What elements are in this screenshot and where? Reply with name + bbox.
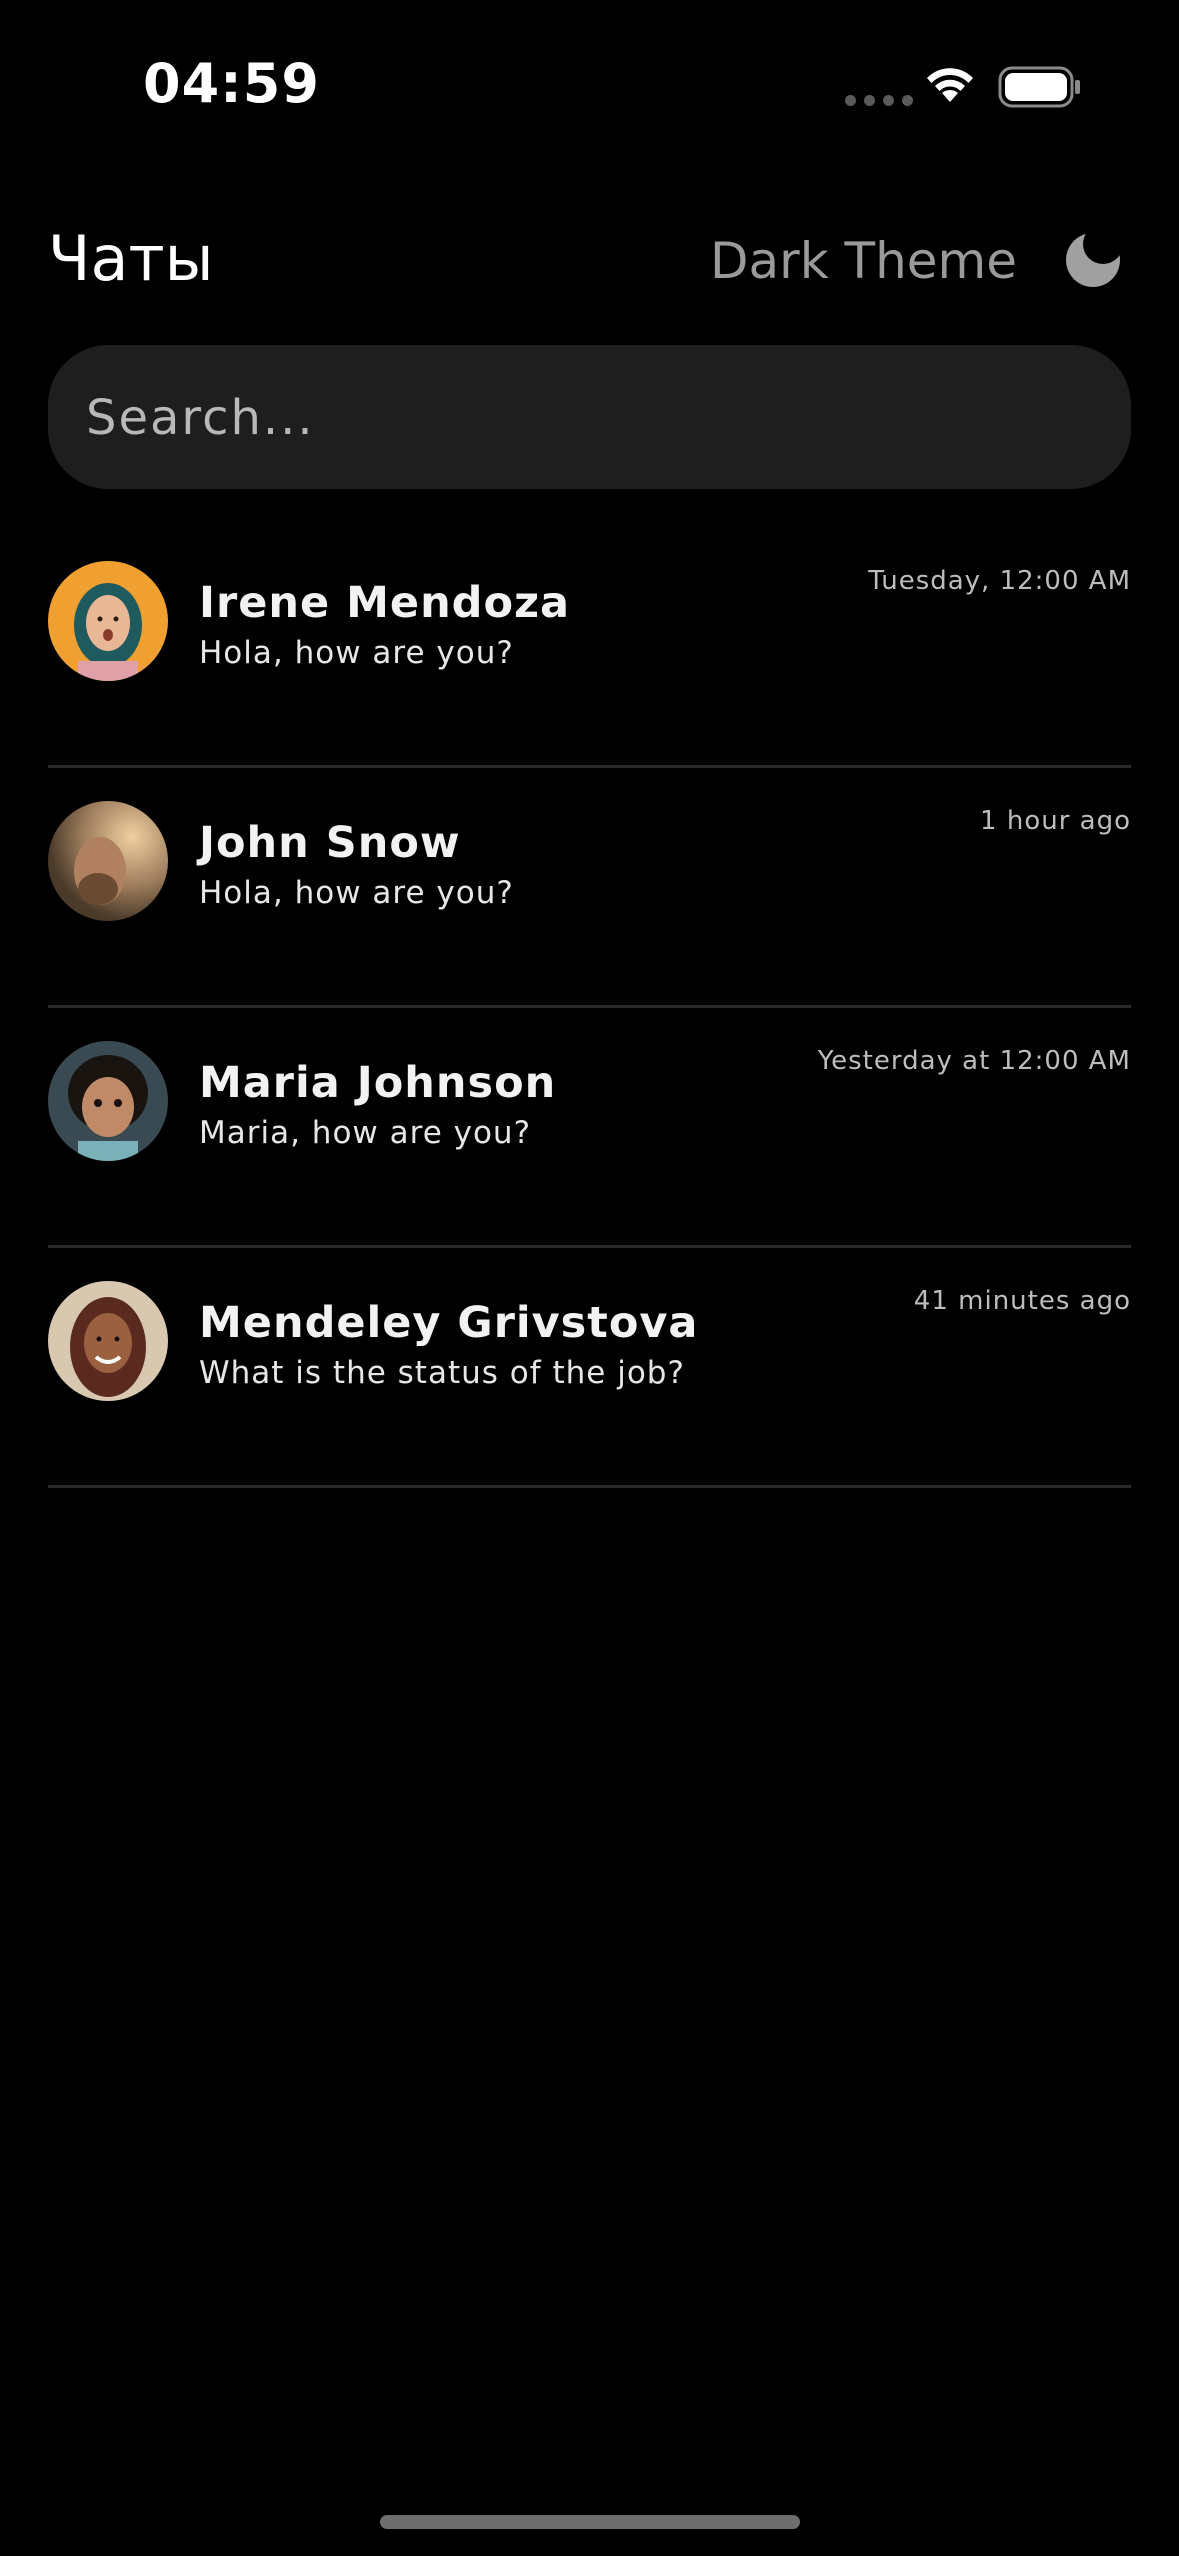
chat-list-item[interactable]: Irene Mendoza Hola, how are you? Tuesday… bbox=[48, 530, 1131, 768]
chat-preview: What is the status of the job? bbox=[199, 1355, 685, 1391]
chat-preview: Hola, how are you? bbox=[199, 875, 514, 911]
battery-icon bbox=[998, 66, 1080, 108]
wifi-icon bbox=[927, 68, 973, 102]
moon-icon[interactable] bbox=[1063, 230, 1123, 290]
chat-preview: Maria, how are you? bbox=[199, 1115, 532, 1151]
chat-timestamp: 1 hour ago bbox=[980, 806, 1131, 836]
status-bar-time: 04:59 bbox=[143, 52, 320, 115]
chat-list-item[interactable]: John Snow Hola, how are you? 1 hour ago bbox=[48, 770, 1131, 1008]
avatar bbox=[48, 561, 168, 681]
chat-name: John Snow bbox=[199, 818, 461, 868]
chat-timestamp: Tuesday, 12:00 AM bbox=[868, 566, 1131, 596]
chat-name: Irene Mendoza bbox=[199, 578, 571, 628]
search-bar bbox=[48, 345, 1131, 491]
chat-name: Mendeley Grivstova bbox=[199, 1298, 699, 1348]
chat-timestamp: Yesterday at 12:00 AM bbox=[817, 1046, 1131, 1076]
page-title: Чаты bbox=[48, 222, 214, 295]
avatar bbox=[48, 801, 168, 921]
cellular-signal-icon bbox=[845, 95, 913, 106]
avatar bbox=[48, 1041, 168, 1161]
search-input[interactable] bbox=[84, 345, 1098, 491]
chat-preview: Hola, how are you? bbox=[199, 635, 514, 671]
chat-list: Irene Mendoza Hola, how are you? Tuesday… bbox=[48, 530, 1131, 1490]
avatar bbox=[48, 1281, 168, 1401]
chat-list-item[interactable]: Mendeley Grivstova What is the status of… bbox=[48, 1250, 1131, 1488]
home-indicator[interactable] bbox=[380, 2515, 800, 2529]
chat-timestamp: 41 minutes ago bbox=[913, 1286, 1131, 1316]
chat-name: Maria Johnson bbox=[199, 1058, 557, 1108]
theme-toggle-label[interactable]: Dark Theme bbox=[710, 232, 1017, 290]
chat-list-item[interactable]: Maria Johnson Maria, how are you? Yester… bbox=[48, 1010, 1131, 1248]
